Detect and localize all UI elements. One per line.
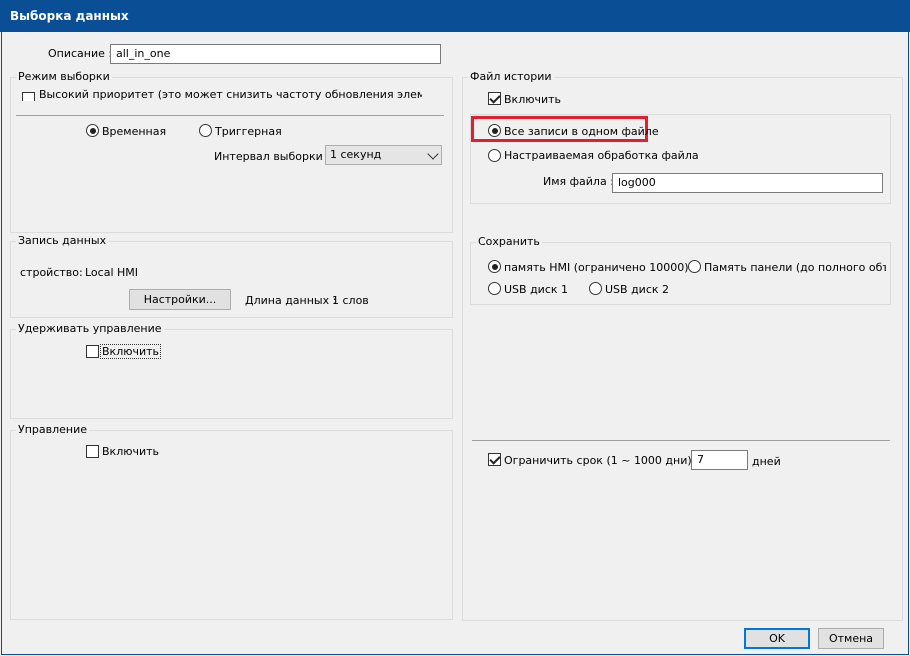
limit-checkbox[interactable]: [488, 453, 501, 466]
radio-save-hmi[interactable]: [488, 260, 501, 273]
settings-button[interactable]: Настройки...: [129, 289, 231, 310]
limit-separator: [472, 440, 890, 441]
description-input[interactable]: all_in_one: [110, 44, 441, 64]
device-value: Local HMI: [85, 266, 139, 279]
high-priority-row: Высокий приоритет (это может снизить час…: [22, 88, 422, 101]
radio-time-based[interactable]: [86, 124, 99, 137]
radio-save-usb1[interactable]: [488, 282, 501, 295]
limit-days-input[interactable]: 7: [691, 450, 748, 470]
control-group: [10, 430, 453, 620]
filename-input[interactable]: log000: [612, 173, 883, 193]
radio-all-in-one-file[interactable]: [488, 124, 501, 137]
radio-save-panel-label: Память панели (до полного объема): [704, 261, 886, 274]
control-group-label: Управление: [16, 423, 90, 436]
high-priority-label: Высокий приоритет (это может снизить час…: [39, 88, 422, 101]
ok-button[interactable]: OK: [744, 628, 810, 649]
radio-all-in-one-label: Все записи в одном файле: [504, 125, 659, 138]
radio-custom-file[interactable]: [488, 149, 501, 162]
radio-save-usb2[interactable]: [589, 282, 602, 295]
radio-save-hmi-label: память HMI (ограничено 10000): [504, 261, 689, 274]
chevron-down-icon: [427, 148, 439, 160]
data-record-group: [10, 241, 453, 318]
data-length-label: Длина данных :: [245, 294, 337, 307]
sampling-mode-group-label: Режим выборки: [16, 70, 112, 83]
radio-trigger-label: Триггерная: [215, 125, 282, 138]
hold-control-group-label: Удерживать управление: [16, 322, 164, 335]
radio-custom-label: Настраиваемая обработка файла: [504, 149, 699, 162]
dialog-client-area: Описание : all_in_one Режим выборки Высо…: [1, 32, 909, 655]
hold-control-enable-label: Включить: [100, 344, 162, 359]
cancel-button[interactable]: Отмена: [818, 628, 884, 649]
history-enable-label: Включить: [504, 93, 562, 106]
radio-trigger-based[interactable]: [199, 124, 212, 137]
limit-label: Ограничить срок (1 ~ 1000 дни): [504, 454, 692, 467]
interval-select[interactable]: 1 секунд: [325, 145, 442, 165]
limit-days-unit: дней: [752, 455, 781, 468]
description-label: Описание :: [48, 47, 113, 60]
radio-time-label: Временная: [102, 125, 167, 138]
filename-label: Имя файла :: [543, 175, 614, 188]
device-label: стройство:: [20, 266, 83, 279]
radio-save-usb1-label: USB диск 1: [504, 283, 569, 296]
high-priority-checkbox[interactable]: [22, 92, 35, 101]
hold-control-enable-checkbox[interactable]: [86, 345, 99, 358]
history-file-group-label: Файл истории: [468, 70, 554, 83]
history-enable-checkbox[interactable]: [488, 92, 501, 105]
control-enable-label: Включить: [102, 445, 160, 458]
sampling-separator: [16, 115, 444, 116]
window-title: Выборка данных: [10, 9, 129, 23]
radio-save-panel[interactable]: [688, 260, 701, 273]
save-group-label: Сохранить: [476, 235, 542, 248]
control-enable-checkbox[interactable]: [86, 445, 99, 458]
radio-save-usb2-label: USB диск 2: [605, 283, 670, 296]
data-record-group-label: Запись данных: [16, 234, 109, 247]
interval-label: Интервал выборки :: [214, 150, 330, 163]
title-bar: Выборка данных: [0, 0, 910, 32]
interval-select-value: 1 секунд: [330, 148, 382, 161]
hold-control-group: [10, 329, 453, 419]
data-length-value: 1 слов: [332, 294, 369, 307]
